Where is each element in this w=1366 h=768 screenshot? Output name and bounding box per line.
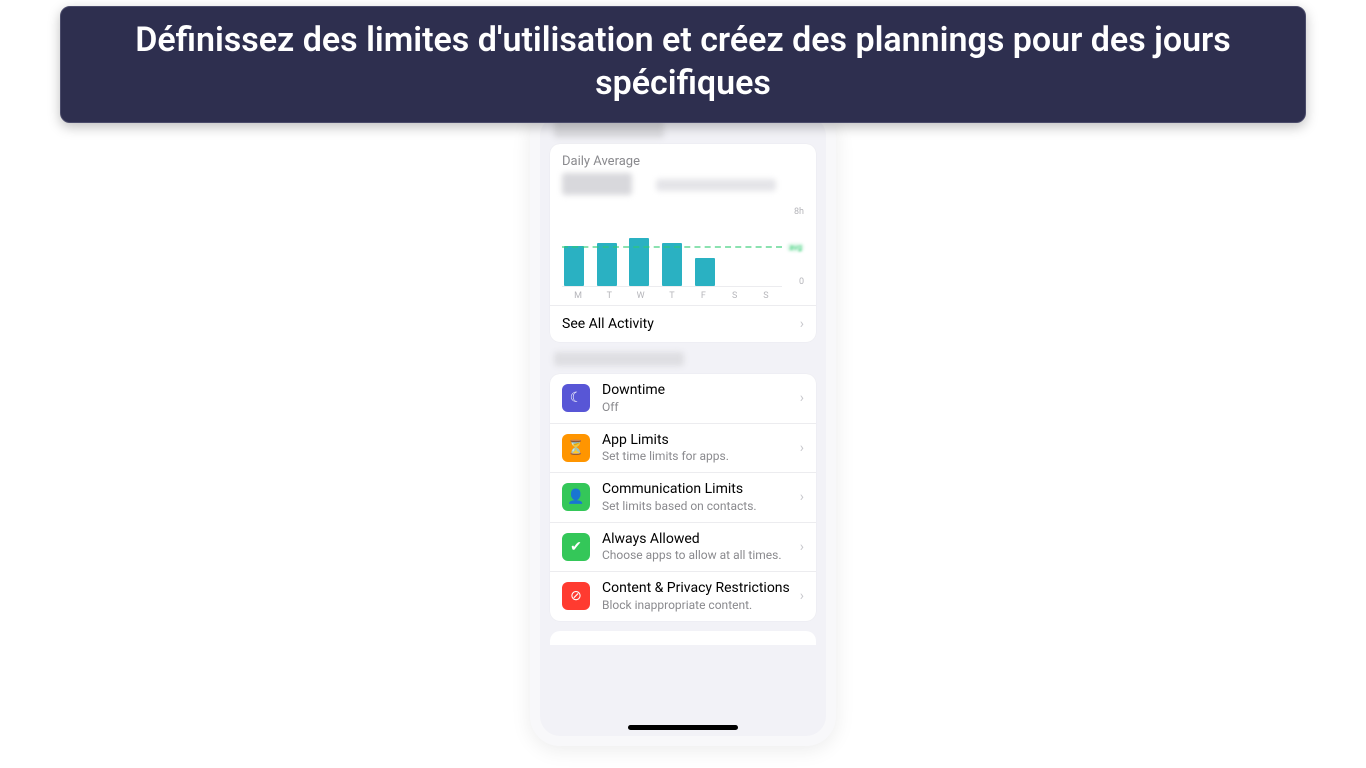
chart-bar [597, 243, 617, 286]
settings-row[interactable]: ✔ Always AllowedChoose apps to allow at a… [550, 522, 816, 572]
chart-x-label: T [599, 291, 619, 301]
y-axis-max: 8h [794, 207, 804, 217]
checkmark-icon: ✔ [562, 533, 590, 561]
daily-average-title: Daily Average [562, 154, 804, 169]
chart-bar [629, 238, 649, 286]
next-card-peek [550, 631, 816, 645]
row-title: Content & Privacy Restrictions [602, 580, 794, 598]
chart-bars-area [562, 207, 782, 287]
row-text: App LimitsSet time limits for apps. [602, 432, 794, 465]
settings-row[interactable]: ⊘ Content & Privacy RestrictionsBlock ina… [550, 571, 816, 621]
chevron-right-icon: › [800, 440, 804, 456]
row-text: Always AllowedChoose apps to allow at al… [602, 531, 794, 564]
avg-label: avg [787, 243, 804, 252]
phone-frame: Daily Average 8h avg 0 M T W T F S S See All A… [530, 106, 836, 746]
row-subtitle: Block inappropriate content. [602, 598, 794, 613]
chart-x-label: M [568, 291, 588, 301]
row-title: Downtime [602, 382, 794, 400]
chart-x-labels: MTWTFSS [562, 291, 782, 301]
screen-content: Daily Average 8h avg 0 M T W T F S S See All A… [540, 116, 826, 736]
row-subtitle: Set time limits for apps. [602, 449, 794, 464]
row-text: Communication LimitsSet limits based on … [602, 481, 794, 514]
row-title: Always Allowed [602, 531, 794, 549]
chevron-right-icon: › [800, 588, 804, 604]
home-indicator[interactable] [628, 725, 738, 730]
blurred-total-time [562, 173, 632, 195]
chevron-right-icon: › [800, 316, 804, 332]
no-entry-icon: ⊘ [562, 582, 590, 610]
chart-bar [695, 258, 715, 286]
chart-x-label: T [662, 291, 682, 301]
row-title: Communication Limits [602, 481, 794, 499]
row-text: DowntimeOff [602, 382, 794, 415]
promo-banner: Définissez des limites d'utilisation et … [60, 6, 1306, 123]
see-all-activity-row[interactable]: See All Activity › [550, 305, 816, 342]
contact-icon: 👤 [562, 483, 590, 511]
settings-row[interactable]: ⏳ App LimitsSet time limits for apps. › [550, 423, 816, 473]
usage-bar-chart: 8h avg 0 M T W T F S S [562, 207, 804, 299]
blurred-section-header [554, 352, 684, 366]
settings-list: ☾ DowntimeOff › ⏳ App LimitsSet time limits … [550, 374, 816, 621]
row-subtitle: Choose apps to allow at all times. [602, 548, 794, 563]
chart-x-label: W [631, 291, 651, 301]
chevron-right-icon: › [800, 390, 804, 406]
chart-bar [564, 246, 584, 286]
settings-row[interactable]: 👤 Communication LimitsSet limits based on… [550, 472, 816, 522]
chevron-right-icon: › [800, 489, 804, 505]
row-subtitle: Off [602, 400, 794, 415]
row-title: App Limits [602, 432, 794, 450]
chart-x-label: S [725, 291, 745, 301]
daily-average-section: Daily Average 8h avg 0 M T W T F S S [550, 144, 816, 305]
blurred-trend [656, 179, 776, 191]
row-text: Content & Privacy RestrictionsBlock inap… [602, 580, 794, 613]
banner-text: Définissez des limites d'utilisation et … [135, 20, 1231, 103]
moon-icon: ☾ [562, 384, 590, 412]
see-all-label: See All Activity [562, 316, 654, 332]
y-axis-min: 0 [799, 277, 804, 287]
chart-bar [662, 243, 682, 286]
chart-x-label: F [693, 291, 713, 301]
settings-row[interactable]: ☾ DowntimeOff › [550, 374, 816, 423]
chevron-right-icon: › [800, 539, 804, 555]
hourglass-icon: ⏳ [562, 434, 590, 462]
row-subtitle: Set limits based on contacts. [602, 499, 794, 514]
daily-average-card: Daily Average 8h avg 0 M T W T F S S See All A… [550, 144, 816, 342]
chart-x-label: S [756, 291, 776, 301]
